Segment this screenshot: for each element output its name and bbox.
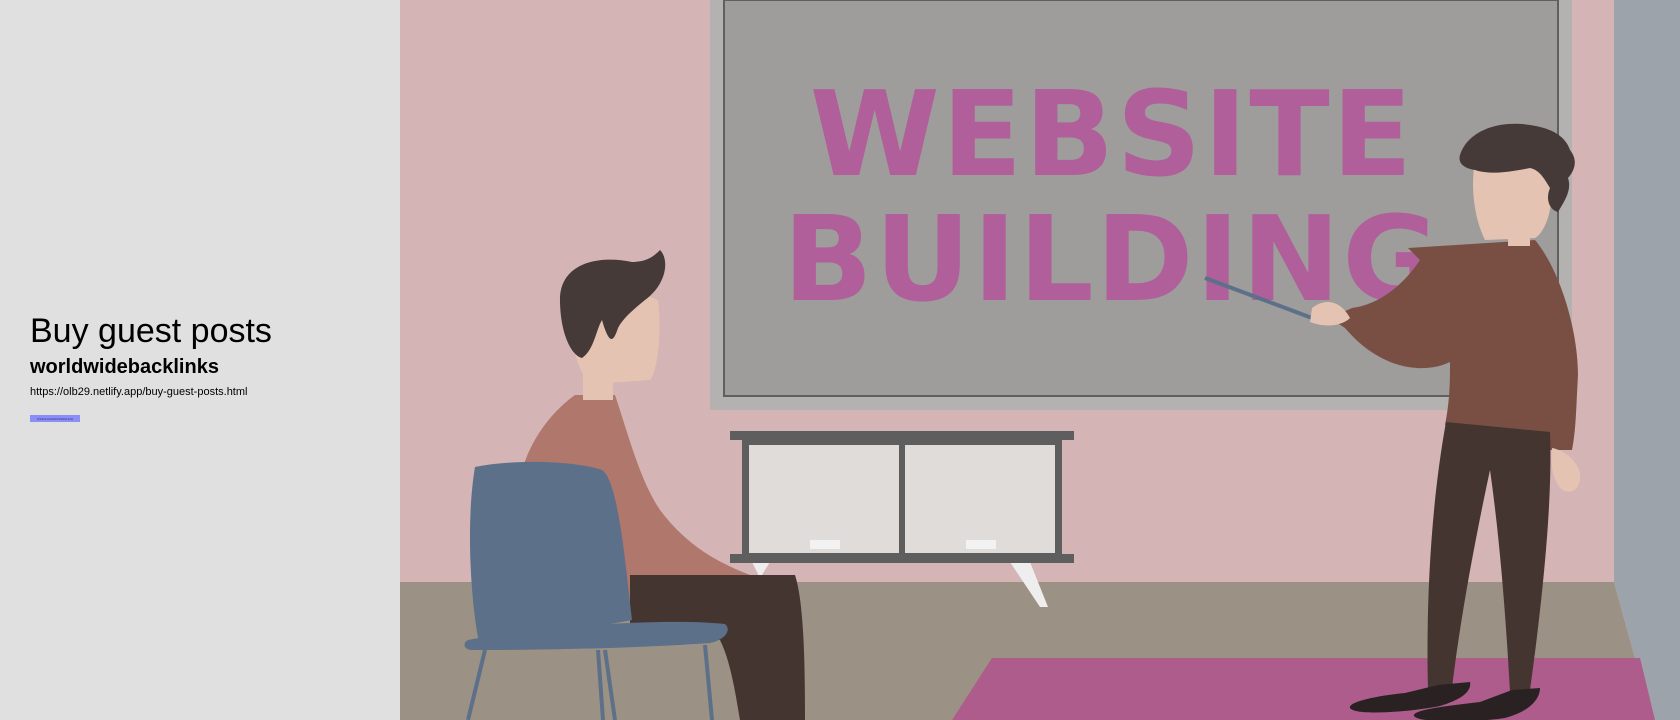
sidebar: Buy guest posts worldwidebacklinks https…: [0, 0, 400, 720]
board-text-line1: WEBSITE: [810, 65, 1415, 203]
board-text-line2: BUILDING: [783, 190, 1441, 328]
page-url-link[interactable]: https://olb29.netlify.app/buy-guest-post…: [30, 386, 247, 398]
hero-illustration-svg: WEBSITE BUILDING: [400, 0, 1680, 720]
hero-illustration: WEBSITE BUILDING: [400, 0, 1680, 720]
small-action-button[interactable]: ussuuuussussssuuu: [30, 415, 80, 422]
rug: [952, 658, 1655, 720]
site-name: worldwidebacklinks: [30, 356, 219, 378]
side-wall: [1614, 0, 1680, 720]
page-title: Buy guest posts: [30, 312, 272, 350]
